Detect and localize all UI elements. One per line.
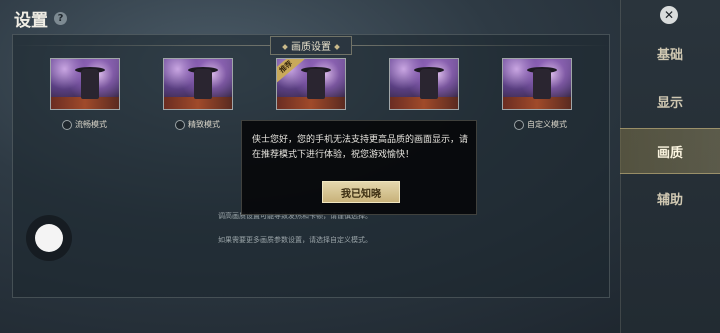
diamond-icon xyxy=(334,43,340,50)
section-title: 画质设置 xyxy=(270,35,352,55)
radio-circle[interactable] xyxy=(62,119,72,130)
quality-thumb-refined[interactable] xyxy=(163,58,233,110)
scene-figure xyxy=(307,69,325,99)
tab-quality[interactable]: 画质 xyxy=(620,128,720,174)
joystick-knob[interactable] xyxy=(35,224,63,252)
radio-refined[interactable]: 精致模式 xyxy=(175,119,220,130)
scene-figure xyxy=(420,69,438,99)
section-title-text: 画质设置 xyxy=(291,41,331,53)
radio-smooth[interactable]: 流畅模式 xyxy=(62,119,107,130)
hint-custom: 如果需要更多画质参数设置，请选择自定义模式。 xyxy=(218,236,372,244)
radio-circle[interactable] xyxy=(175,119,185,130)
radio-label: 精致模式 xyxy=(188,120,220,129)
alert-dialog: 侠士您好，您的手机无法支持更高品质的画面显示，请在推荐模式下进行体验，祝您游戏愉… xyxy=(241,120,477,215)
radio-label: 自定义模式 xyxy=(527,120,567,129)
quality-thumb-high[interactable] xyxy=(389,58,459,110)
tab-assist[interactable]: 辅助 xyxy=(620,175,720,221)
diamond-icon xyxy=(282,43,288,50)
help-icon[interactable]: ? xyxy=(54,12,67,25)
page-title: 设置 ? xyxy=(14,6,67,31)
quality-thumb-custom[interactable] xyxy=(502,58,572,110)
recommended-badge: 推荐 xyxy=(277,59,305,84)
close-icon[interactable]: ✕ xyxy=(660,6,678,24)
quality-thumb-recommended[interactable]: 推荐 xyxy=(276,58,346,110)
scene-figure xyxy=(533,69,551,99)
radio-custom[interactable]: 自定义模式 xyxy=(514,119,567,130)
confirm-button[interactable]: 我已知晓 xyxy=(322,181,400,203)
tab-basic[interactable]: 基础 xyxy=(620,30,720,76)
title-text: 设置 xyxy=(14,11,48,31)
joystick-outer[interactable] xyxy=(26,215,72,261)
quality-thumb-smooth[interactable] xyxy=(50,58,120,110)
tab-display[interactable]: 显示 xyxy=(620,78,720,124)
scene-figure xyxy=(81,69,99,99)
radio-circle[interactable] xyxy=(514,119,524,130)
dialog-message: 侠士您好，您的手机无法支持更高品质的画面显示，请在推荐模式下进行体验，祝您游戏愉… xyxy=(252,135,469,160)
scene-figure xyxy=(194,69,212,99)
radio-label: 流畅模式 xyxy=(75,120,107,129)
section-header: 画质设置 xyxy=(12,35,610,55)
